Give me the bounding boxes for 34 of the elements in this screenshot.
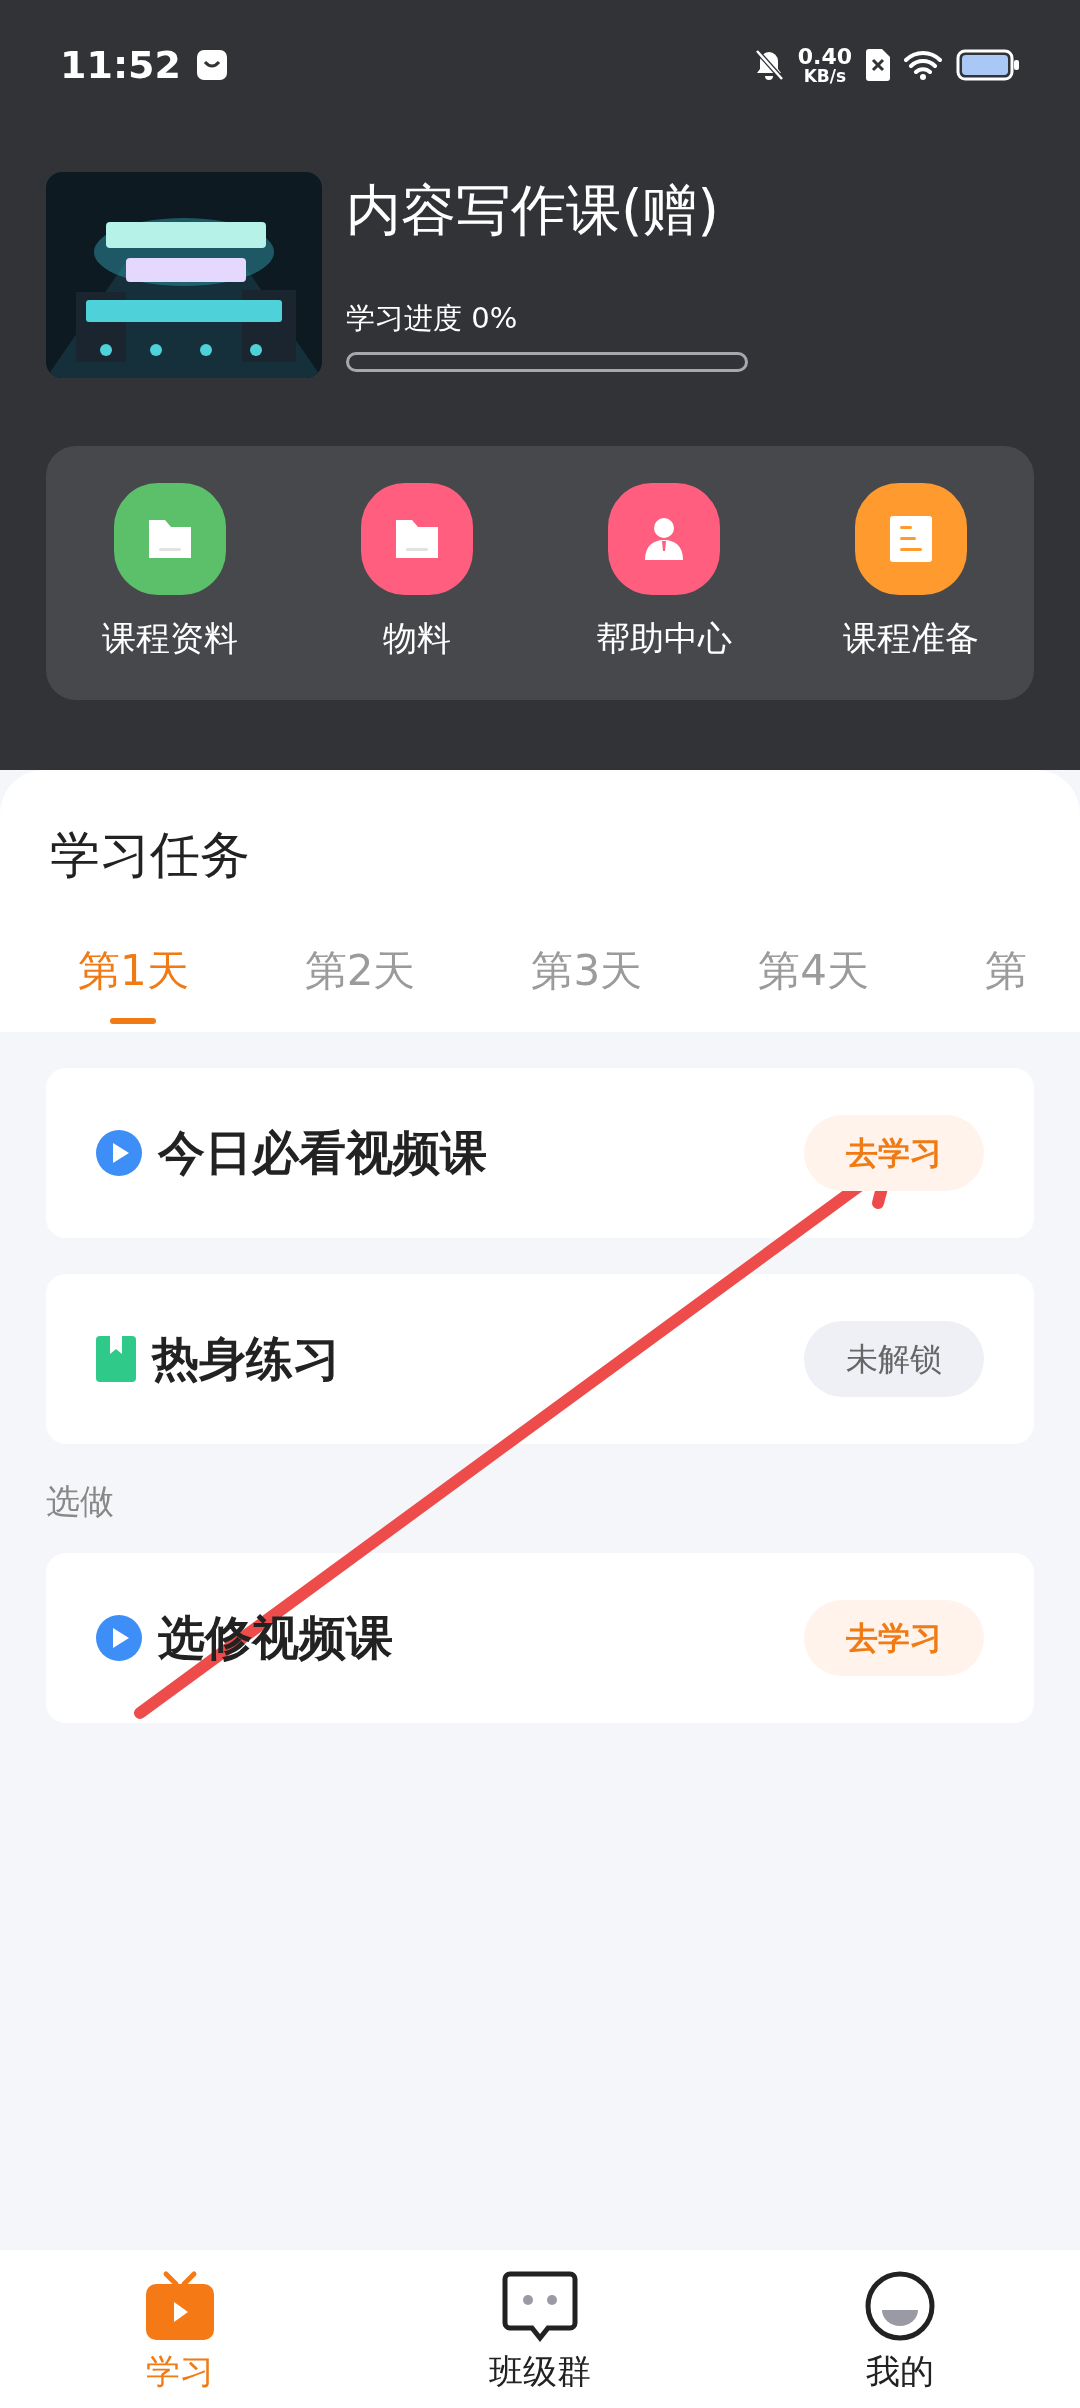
battery-icon [956,49,1020,81]
shortcut-item[interactable]: 物料 [293,482,540,664]
profile-icon [864,2270,936,2342]
nav-tab[interactable]: 班级群 [360,2270,720,2397]
network-speed: 0.40 [797,45,852,68]
section-title: 学习任务 [49,825,251,886]
task-card[interactable]: 热身练习 未解锁 [46,1274,1034,1444]
task-title: 热身练习 [152,1329,340,1388]
task-title: 今日必看视频课 [158,1123,487,1182]
shortcut-label: 课程资料 [101,616,238,660]
task-card[interactable]: 今日必看视频课 去学习 [46,1068,1034,1238]
course-title: 内容写作课(赠) [346,177,720,244]
shortcut-label: 物料 [382,616,451,660]
shortcut-item[interactable]: 课程资料 [46,482,293,664]
wifi-icon [904,50,942,80]
shortcut-item[interactable]: 帮助中心 [540,482,787,664]
play-icon [96,1615,142,1661]
sim-icon [866,49,890,81]
tv-icon [144,2270,216,2342]
play-icon [96,1130,142,1176]
speed-unit: KB/s [803,67,847,85]
tab-underline [110,1018,157,1024]
mute-icon [753,49,784,81]
progress-label: 学习进度 0% [346,299,519,337]
notification-icon [196,50,227,80]
shortcut-item[interactable]: 课程准备 [787,482,1034,664]
nav-tab[interactable]: 我的 [720,2270,1080,2397]
shortcut-label: 课程准备 [842,616,979,660]
task-action-button[interactable]: 未解锁 [804,1321,984,1397]
shortcut-label: 帮助中心 [595,616,732,660]
book-icon [96,1336,136,1382]
status-time: 11:52 [60,41,181,89]
chat-icon [502,2270,578,2342]
optional-label: 选做 [46,1480,115,1523]
